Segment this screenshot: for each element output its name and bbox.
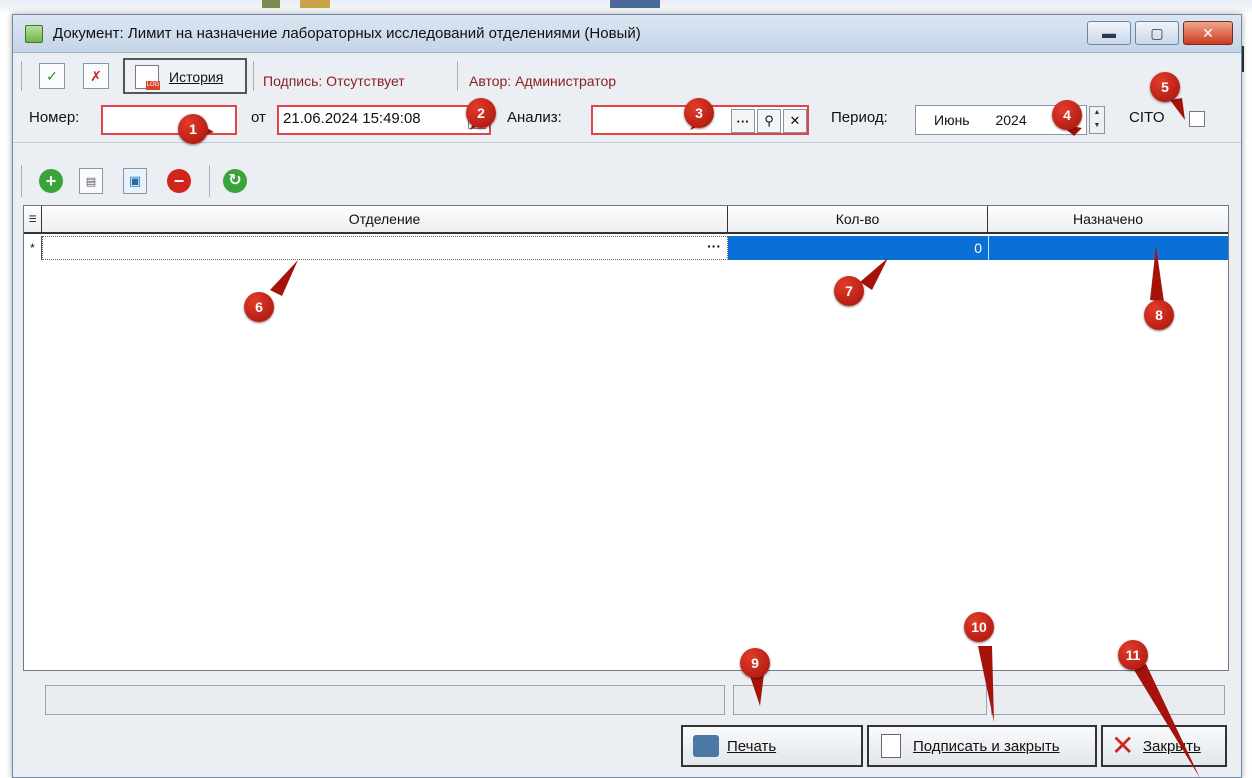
- callout-marker-1: 1: [178, 114, 208, 144]
- callout-pin-8: [1150, 246, 1164, 302]
- callout-marker-3: 3: [684, 98, 714, 128]
- callout-pin-9: [750, 674, 764, 706]
- callout-marker-10: 10: [964, 612, 994, 642]
- callout-pin-11: [1134, 664, 1200, 778]
- callout-marker-2: 2: [466, 98, 496, 128]
- callout-pin-6: [270, 260, 298, 296]
- callout-pin-10: [978, 646, 994, 722]
- callout-marker-11: 11: [1118, 640, 1148, 670]
- callout-marker-5: 5: [1150, 72, 1180, 102]
- callout-pin-7: [860, 258, 888, 290]
- callout-marker-6: 6: [244, 292, 274, 322]
- callout-marker-8: 8: [1144, 300, 1174, 330]
- callout-marker-4: 4: [1052, 100, 1082, 130]
- callout-pin-5: [1170, 98, 1185, 120]
- callout-marker-7: 7: [834, 276, 864, 306]
- callout-marker-9: 9: [740, 648, 770, 678]
